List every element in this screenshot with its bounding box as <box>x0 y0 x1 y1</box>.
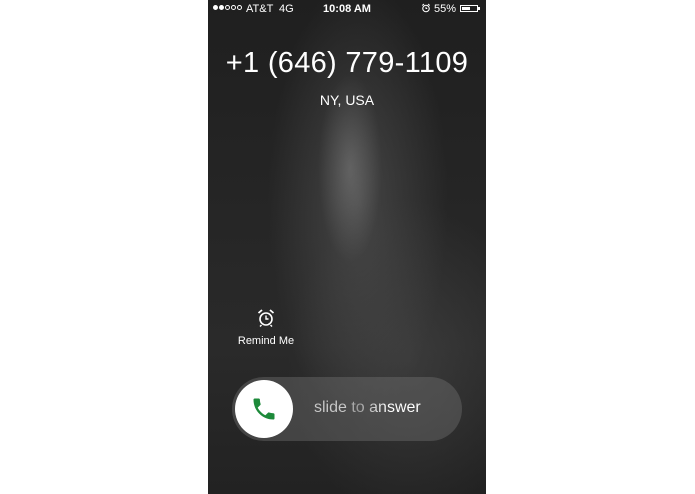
battery-icon <box>460 5 478 12</box>
status-bar: AT&T 4G 10:08 AM 55% <box>208 0 486 18</box>
page: AT&T 4G 10:08 AM 55% +1 (646) 779-1109 N… <box>0 0 695 494</box>
alarm-clock-icon <box>421 3 431 13</box>
battery-cap <box>478 7 480 10</box>
phone-handset-icon <box>253 398 275 420</box>
caller-number: +1 (646) 779-1109 <box>225 47 469 79</box>
caller-location: NY, USA <box>319 92 375 108</box>
answer-slider-knob[interactable] <box>235 380 293 438</box>
remind-me-label: Remind Me <box>237 335 295 347</box>
slide-to-answer-label: slide to answer <box>314 399 421 416</box>
slide-to-answer-slider[interactable]: slide to answer <box>232 377 462 441</box>
alarm-clock-icon <box>257 309 275 327</box>
incoming-call-screen: AT&T 4G 10:08 AM 55% +1 (646) 779-1109 N… <box>208 0 486 494</box>
battery-percentage: 55% <box>434 3 457 15</box>
remind-me-button[interactable]: Remind Me <box>232 308 300 347</box>
battery-level-fill <box>462 7 470 10</box>
